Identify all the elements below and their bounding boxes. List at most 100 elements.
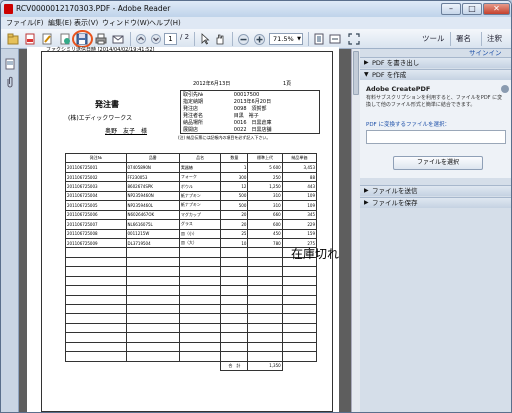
table-cell bbox=[281, 266, 318, 277]
signin-link[interactable]: サインイン bbox=[469, 47, 502, 57]
section-send-files[interactable]: ▶ ファイルを送信 bbox=[360, 185, 511, 196]
table-cell: 780 bbox=[247, 237, 283, 249]
info-row: 指定納期 2013年6月20日 bbox=[181, 98, 320, 105]
table-cell bbox=[247, 322, 283, 334]
section-send-label: ファイルを送信 bbox=[372, 187, 418, 195]
edit-icon[interactable] bbox=[40, 32, 54, 46]
table-row: 201106725009 DL3719504 皿（大） 10 780 275 bbox=[65, 237, 318, 249]
table-cell: 310 bbox=[247, 200, 283, 211]
page-up-icon[interactable] bbox=[134, 32, 148, 46]
info-cell: 0016 日黒倉庫 bbox=[233, 120, 272, 126]
table-cell: 20 bbox=[220, 209, 249, 221]
table-cell bbox=[281, 341, 318, 353]
table-row bbox=[65, 332, 318, 343]
document-view[interactable]: ファクシミリ送信日時 [2014/04/02/19:41:52] 2012年6月… bbox=[19, 47, 360, 412]
total-value: 1,350 bbox=[247, 360, 283, 372]
create-pdf-icon[interactable] bbox=[23, 32, 37, 46]
export-icon[interactable] bbox=[58, 32, 72, 46]
section-export-label: PDF を書き出し bbox=[372, 59, 420, 67]
table-cell bbox=[220, 332, 249, 343]
page-number-input[interactable]: 1 bbox=[164, 33, 177, 45]
table-cell: 109 bbox=[281, 190, 318, 202]
triangle-right-icon: ▶ bbox=[364, 187, 369, 194]
page-down-icon[interactable] bbox=[149, 32, 163, 46]
select-file-button[interactable]: ファイルを選択 bbox=[393, 156, 483, 170]
table-row bbox=[65, 256, 318, 268]
triangle-right-icon: ▶ bbox=[364, 59, 369, 66]
vertical-scrollbar[interactable] bbox=[351, 49, 360, 412]
section-export-pdf[interactable]: ▶ PDF を書き出し bbox=[360, 57, 511, 68]
email-icon[interactable] bbox=[111, 32, 125, 46]
help-icon[interactable] bbox=[501, 85, 509, 93]
close-button[interactable]: ✕ bbox=[483, 3, 510, 15]
table-cell: DL3719504 bbox=[125, 237, 180, 249]
menu-window[interactable]: ウィンドウ(W) bbox=[102, 18, 149, 28]
menu-file[interactable]: ファイル(F) bbox=[6, 18, 44, 28]
table-cell: 5 600 bbox=[247, 162, 283, 173]
table-cell: 159 bbox=[281, 228, 318, 239]
page-thumbnails-icon[interactable] bbox=[5, 55, 15, 70]
table-cell: 201106725007 bbox=[65, 219, 127, 230]
table-cell bbox=[281, 313, 318, 324]
table-cell bbox=[281, 285, 318, 296]
table-row bbox=[65, 303, 318, 315]
maximize-button[interactable]: □ bbox=[462, 3, 482, 15]
comment-button[interactable]: 注釈 bbox=[487, 33, 502, 44]
table-cell: フォーク bbox=[178, 171, 222, 183]
table-cell: 8602674SPK bbox=[125, 181, 180, 192]
info-row: 展開店 0022 日黒店舗 bbox=[181, 126, 320, 134]
menu-bar: ファイル(F) 編集(E) 表示(V) ウィンドウ(W) ヘルプ(H) bbox=[1, 17, 511, 29]
fit-page-icon[interactable] bbox=[312, 32, 326, 46]
table-cell bbox=[220, 256, 249, 268]
open-icon[interactable] bbox=[6, 32, 20, 46]
full-screen-icon[interactable] bbox=[347, 32, 361, 46]
table-cell bbox=[125, 303, 180, 315]
table-cell bbox=[125, 285, 180, 296]
table-cell bbox=[178, 294, 222, 306]
table-cell: 201106725006 bbox=[65, 209, 127, 221]
info-cell: 発注者名 bbox=[183, 113, 204, 119]
table-row: 201106725001 07405890N 実器椿 1 5 600 3,453 bbox=[65, 162, 318, 173]
table-row: 201106725008 0011215W 皿（小） 25 450 159 bbox=[65, 228, 318, 239]
menu-view[interactable]: 表示(V) bbox=[74, 18, 98, 28]
table-cell: 201106725004 bbox=[65, 190, 127, 202]
section-create-pdf[interactable]: ▼ PDF を作成 bbox=[360, 69, 511, 80]
triangle-right-icon: ▶ bbox=[364, 199, 369, 206]
stock-out-annotation: 在庫切れ bbox=[291, 247, 340, 261]
table-cell: マグカップ bbox=[178, 209, 222, 221]
zoom-in-icon[interactable] bbox=[252, 32, 266, 46]
info-cell: 0022 日黒店舗 bbox=[233, 127, 272, 133]
order-info-table: 取引先№ 00017500 指定納期 2013年6月20日 発注店 0098 須賀部 発注者… bbox=[180, 90, 320, 134]
section-store-files[interactable]: ▶ ファイルを保存 bbox=[360, 197, 511, 208]
tools-button[interactable]: ツール bbox=[422, 33, 445, 44]
table-cell: 88 bbox=[281, 171, 318, 183]
table-cell bbox=[247, 332, 283, 343]
table-cell bbox=[65, 332, 127, 343]
table-cell: 660 bbox=[247, 209, 283, 221]
create-description: 有料サブスクリプションを利用すると、ファイルをPDF に変換して他のファイル形式… bbox=[366, 95, 503, 108]
zoom-select[interactable]: 71.5% ▼ bbox=[269, 33, 303, 45]
print-icon[interactable] bbox=[94, 32, 108, 46]
table-row: 201106725006 N6026467OK マグカップ 20 660 345 bbox=[65, 209, 318, 221]
file-drop-box[interactable] bbox=[366, 130, 506, 144]
table-row: 201106725002 FF230053 フォーク 300 250 88 bbox=[65, 171, 318, 183]
scroll-thumb[interactable] bbox=[353, 51, 359, 95]
doc-note: (注) 納品伝票には記帳内の項目を必ず記入下さい。 bbox=[178, 135, 271, 140]
zoom-out-icon[interactable] bbox=[236, 32, 250, 46]
select-arrow-icon[interactable] bbox=[198, 32, 212, 46]
column-header: 納品単価 bbox=[281, 152, 318, 164]
sign-button[interactable]: 署名 bbox=[456, 33, 471, 44]
menu-edit[interactable]: 編集(E) bbox=[48, 18, 72, 28]
attachment-icon[interactable] bbox=[5, 73, 15, 88]
table-cell bbox=[125, 247, 180, 258]
table-cell: N6026467OK bbox=[125, 209, 180, 221]
table-cell: 07405890N bbox=[125, 162, 180, 173]
minimize-button[interactable]: – bbox=[441, 3, 461, 15]
menu-help[interactable]: ヘルプ(H) bbox=[149, 18, 181, 28]
table-cell: 1 bbox=[220, 162, 249, 173]
table-cell bbox=[65, 341, 127, 353]
fit-width-icon[interactable] bbox=[328, 32, 342, 46]
hand-tool-icon[interactable] bbox=[213, 32, 227, 46]
table-cell bbox=[281, 303, 318, 315]
table-cell bbox=[247, 266, 283, 277]
